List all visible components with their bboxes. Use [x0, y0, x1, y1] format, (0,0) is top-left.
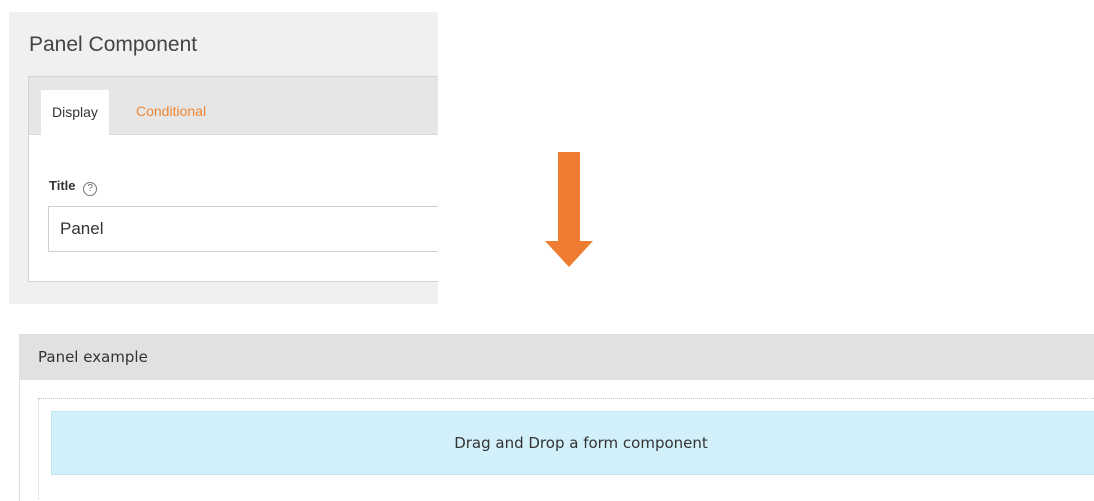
down-arrow-icon [545, 152, 593, 267]
dialog-title: Panel Component [29, 33, 198, 56]
drop-zone[interactable]: Drag and Drop a form component [38, 398, 1094, 501]
tab-conditional[interactable]: Conditional [125, 89, 217, 135]
title-input[interactable] [48, 206, 438, 252]
panel-component-dialog: Panel Component Display Conditional Titl… [9, 12, 438, 304]
title-field-label: Title ? [49, 178, 98, 196]
tab-bar: Display Conditional [29, 77, 438, 135]
panel-body: Drag and Drop a form component [20, 380, 1094, 501]
tab-display[interactable]: Display [40, 89, 110, 135]
title-label-text: Title [49, 178, 76, 193]
drop-zone-message: Drag and Drop a form component [51, 411, 1094, 475]
dialog-body: Display Conditional Title ? [28, 76, 438, 282]
panel-example: Panel example Drag and Drop a form compo… [19, 334, 1094, 501]
help-icon[interactable]: ? [83, 182, 98, 196]
panel-heading: Panel example [20, 335, 1094, 380]
